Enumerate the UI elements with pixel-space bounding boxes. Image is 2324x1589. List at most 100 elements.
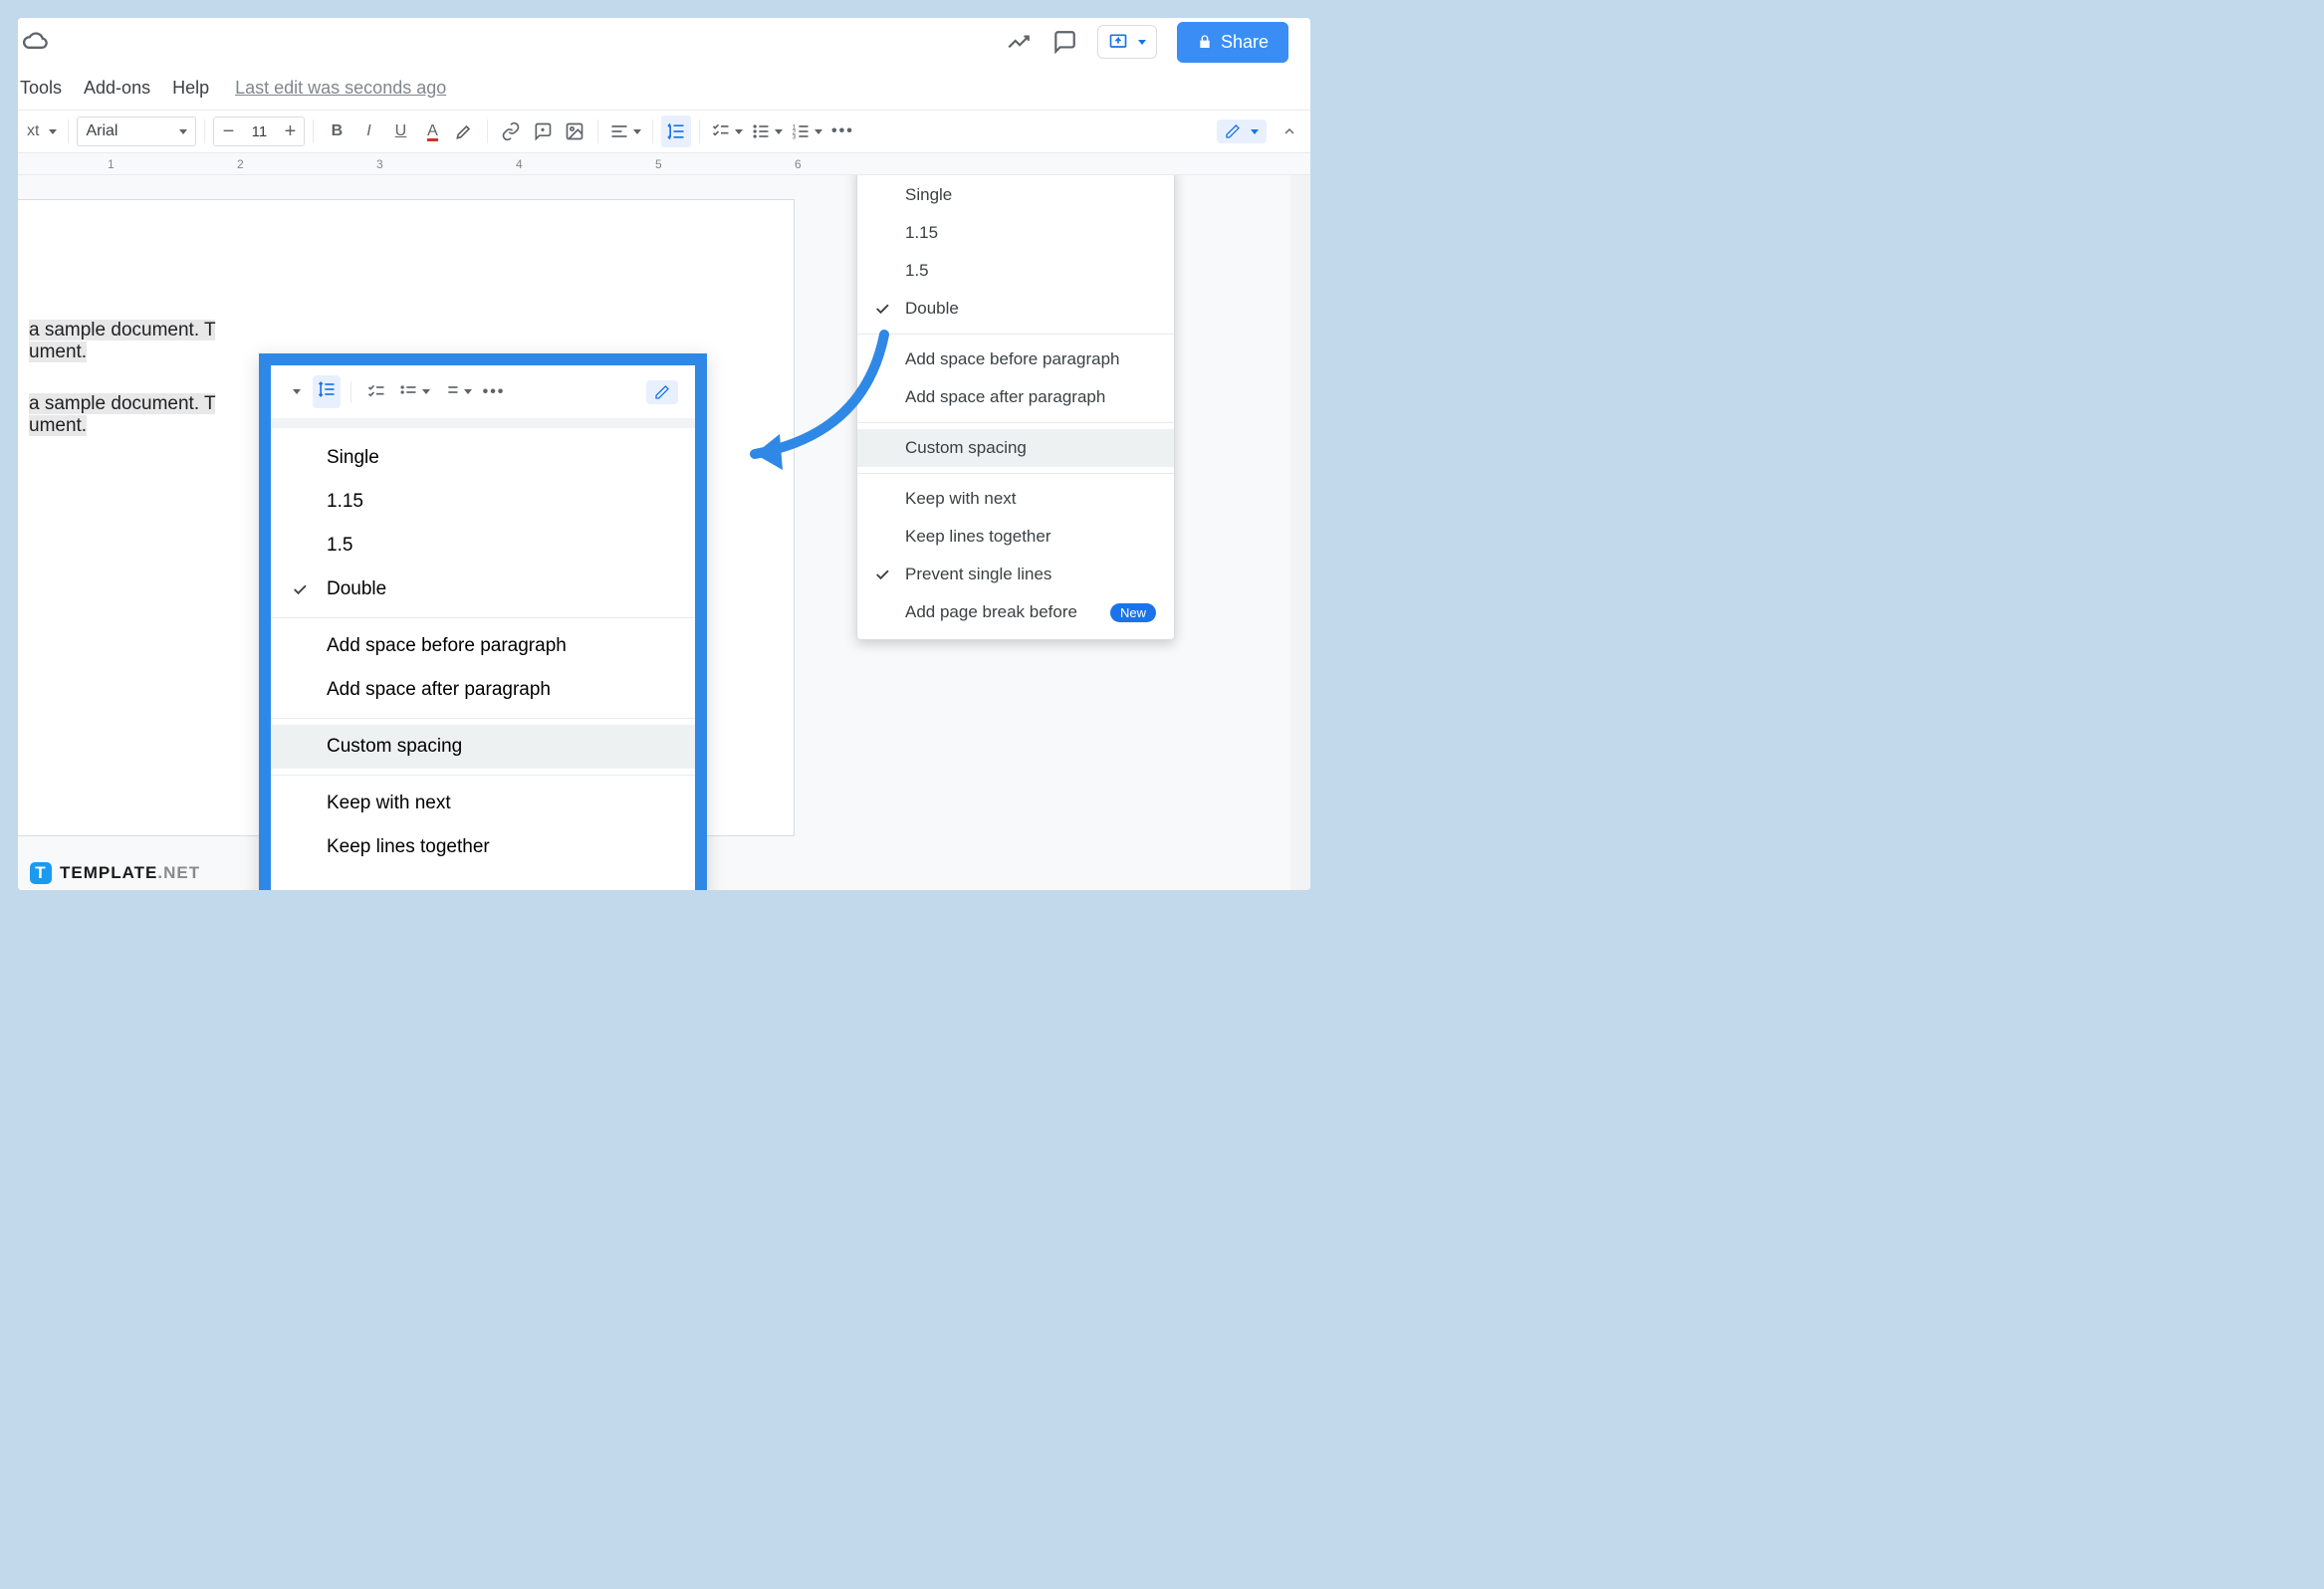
caret-down-icon (633, 129, 641, 134)
menu-item-label: Keep with next (327, 793, 451, 814)
cloud-save-icon (22, 28, 50, 56)
paragraph-option[interactable]: Keep with next (271, 782, 695, 825)
check-icon (291, 580, 309, 598)
insert-link-button[interactable] (496, 115, 526, 147)
line-spacing-option[interactable]: 1.15 (271, 480, 695, 524)
line-spacing-option[interactable]: Double (271, 568, 695, 611)
paragraph-option[interactable]: Keep lines together (271, 825, 695, 869)
menu-item-label: Custom spacing (905, 438, 1027, 458)
line-spacing-button[interactable] (661, 115, 691, 147)
menu-item-label: Add space before paragraph (905, 349, 1120, 369)
watermark-brand: TEMPLATE (60, 863, 157, 882)
align-button[interactable] (606, 115, 644, 147)
paragraph-option[interactable]: Prevent single lines (857, 556, 1174, 593)
caret-down-icon (735, 129, 743, 134)
last-edit-link[interactable]: Last edit was seconds ago (235, 78, 446, 99)
new-badge: New (1110, 603, 1156, 622)
comment-history-icon[interactable] (1051, 29, 1077, 55)
pencil-icon (1225, 123, 1241, 139)
custom-spacing-option[interactable]: Custom spacing (271, 725, 695, 769)
ruler-tick: 4 (516, 157, 523, 171)
ruler-tick: 3 (376, 157, 383, 171)
separator (652, 119, 653, 143)
menu-item-label: Add space before paragraph (327, 635, 567, 657)
menu-item-label: Add page break before (905, 602, 1077, 622)
paragraph-option[interactable]: Keep lines together (857, 518, 1174, 556)
comment-plus-icon (533, 121, 553, 141)
check-icon (873, 566, 891, 583)
checklist-button[interactable] (708, 115, 746, 147)
separator (597, 119, 598, 143)
menu-item-label: 1.15 (905, 223, 938, 243)
font-size-input[interactable] (242, 123, 276, 140)
font-size-decrease[interactable]: − (214, 120, 242, 143)
font-size-increase[interactable]: + (276, 120, 304, 143)
checklist-icon (366, 382, 386, 402)
add-comment-button[interactable] (528, 115, 558, 147)
caret-down-icon (49, 129, 57, 134)
checklist-button[interactable] (361, 376, 391, 408)
chevron-up-icon (1281, 123, 1297, 139)
line-spacing-option[interactable]: Single (271, 436, 695, 480)
line-spacing-button[interactable] (313, 375, 341, 408)
menu-item-label: Add space after paragraph (905, 387, 1105, 407)
separator (204, 119, 205, 143)
toolbar: xt Arial − + B I U A (18, 110, 1310, 153)
present-button[interactable] (1097, 25, 1157, 59)
caret-down-icon (422, 389, 430, 394)
share-button[interactable]: Share (1177, 22, 1288, 63)
bold-button[interactable]: B (322, 115, 351, 147)
caret-down-icon (814, 129, 822, 134)
activity-icon[interactable] (1006, 29, 1032, 55)
more-button[interactable]: ••• (479, 376, 509, 408)
italic-button[interactable]: I (353, 115, 383, 147)
collapse-toolbar-button[interactable] (1275, 115, 1304, 147)
numbered-list-icon: 123 (791, 121, 811, 141)
image-icon (565, 121, 584, 141)
scrollbar-track[interactable] (1290, 175, 1310, 890)
doc-text: ument. (29, 341, 87, 362)
line-spacing-option[interactable]: 1.5 (271, 524, 695, 568)
highlight-color-button[interactable] (449, 115, 479, 147)
text-color-button[interactable]: A (417, 115, 447, 147)
numbered-list-button[interactable] (437, 376, 475, 408)
menu-tools[interactable]: Tools (20, 78, 62, 99)
line-spacing-option[interactable]: 1.15 (857, 214, 1174, 252)
line-spacing-option[interactable]: Double (857, 290, 1174, 328)
link-icon (501, 121, 521, 141)
paragraph-option[interactable]: Add page break before New (857, 593, 1174, 631)
line-spacing-menu-callout: Single 1.151.5 Double Add space before para… (271, 430, 695, 869)
present-icon (1108, 32, 1128, 52)
spacing-option[interactable]: Add space after paragraph (271, 668, 695, 712)
editing-mode-button[interactable] (1217, 119, 1267, 143)
menu-help[interactable]: Help (172, 78, 209, 99)
line-spacing-option[interactable]: Single (857, 176, 1174, 214)
bulleted-list-button[interactable] (395, 376, 433, 408)
menu-item-label: Single (905, 185, 952, 205)
spacing-option[interactable]: Add space before paragraph (271, 624, 695, 668)
editing-mode-button[interactable] (643, 376, 681, 408)
bulleted-list-button[interactable] (748, 115, 786, 147)
line-spacing-option[interactable]: 1.5 (857, 252, 1174, 290)
annotation-callout: ••• Single 1.151.5 Double Add space before … (259, 353, 707, 890)
insert-image-button[interactable] (560, 115, 589, 147)
menu-item-label: 1.5 (905, 261, 929, 281)
separator (350, 381, 351, 403)
caret-down-icon (1251, 129, 1259, 134)
menu-item-label: Double (327, 578, 386, 600)
doc-text: ument. (29, 415, 87, 436)
font-family-dropdown[interactable]: Arial (77, 116, 196, 146)
separator (487, 119, 488, 143)
more-button[interactable]: ••• (827, 115, 857, 147)
menu-item-label: Single (327, 447, 379, 469)
watermark: T TEMPLATE.NET (30, 862, 200, 884)
menu-divider (271, 775, 695, 776)
numbered-list-button[interactable]: 123 (788, 115, 825, 147)
ruler-tick: 2 (237, 157, 244, 171)
annotation-arrow (715, 325, 914, 504)
underline-button[interactable]: U (385, 115, 415, 147)
document-area: a sample document. T ument. a sample doc… (18, 175, 1310, 890)
svg-text:3: 3 (793, 134, 797, 141)
menu-addons[interactable]: Add-ons (84, 78, 150, 99)
paragraph-style-dropdown[interactable]: xt (24, 115, 60, 147)
